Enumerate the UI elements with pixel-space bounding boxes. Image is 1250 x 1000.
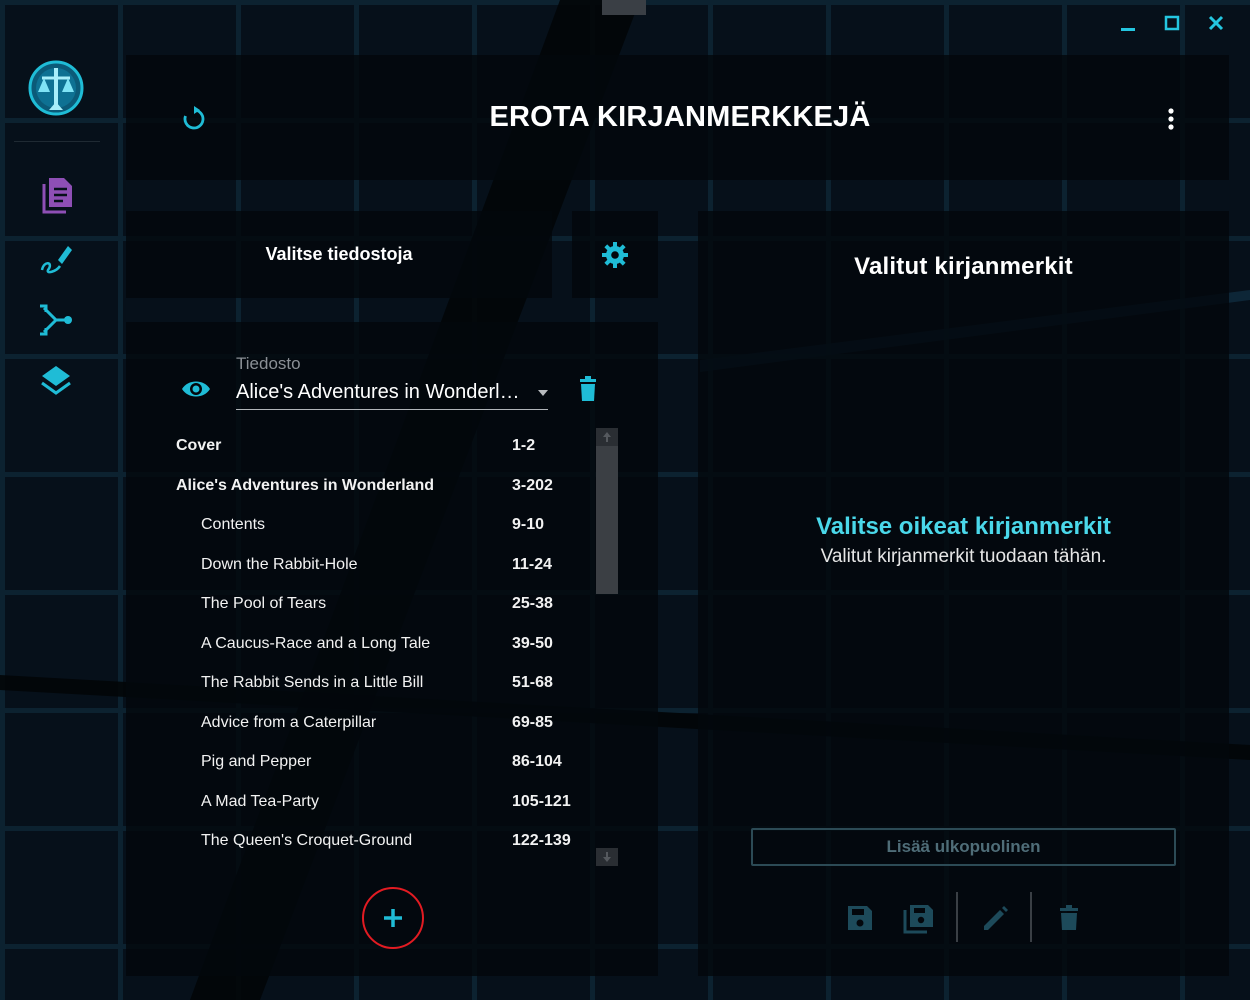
more-vertical-icon: [1168, 108, 1174, 130]
bookmark-title: Cover: [176, 437, 222, 454]
preview-button[interactable]: [180, 375, 212, 403]
bookmark-pages: 105-121: [512, 792, 571, 810]
edit-signature-icon: [40, 246, 72, 274]
bookmark-row[interactable]: Pig and Pepper 86-104: [160, 742, 592, 782]
page-title: EROTA KIRJANMERKKEJÄ: [489, 101, 871, 133]
delete-button[interactable]: [1051, 900, 1087, 936]
selected-bookmarks-title: Valitut kirjanmerkit: [854, 253, 1073, 280]
split-merge-icon: [40, 304, 72, 336]
scroll-thumb[interactable]: [596, 446, 618, 594]
layers-icon: [41, 366, 71, 395]
scrollbar[interactable]: [596, 428, 618, 868]
bookmark-row[interactable]: Down the Rabbit-Hole 11-24: [160, 545, 592, 585]
bookmark-title: The Queen's Croquet-Ground: [201, 832, 413, 849]
bookmark-pages: 1-2: [512, 437, 536, 454]
save-all-icon: [903, 905, 933, 934]
bookmark-row[interactable]: Contents 9-10: [160, 505, 592, 545]
bookmark-title: Alice's Adventures in Wonderland: [176, 476, 435, 494]
scroll-up-button[interactable]: [596, 428, 618, 446]
bookmark-pages: 25-38: [512, 595, 553, 612]
bookmark-title: Pig and Pepper: [201, 753, 312, 770]
scroll-down-button[interactable]: [596, 848, 618, 866]
file-select[interactable]: Alice's Adventures in Wonderland: [236, 378, 548, 410]
bookmark-row[interactable]: A Caucus-Race and a Long Tale 39-50: [160, 624, 592, 664]
sidebar: [0, 40, 110, 1000]
plus-icon: [384, 909, 402, 927]
delete-icon: [1060, 905, 1078, 930]
minimize-icon: [1121, 28, 1135, 31]
bookmark-row[interactable]: Alice's Adventures in Wonderland 3-202: [160, 466, 592, 506]
bookmark-row[interactable]: A Mad Tea-Party 105-121: [160, 782, 592, 822]
empty-state-text: Valitut kirjanmerkit tuodaan tähän.: [820, 546, 1107, 567]
select-files-button[interactable]: Valitse tiedostoja: [126, 211, 552, 298]
file-field-label: Tiedosto: [236, 354, 301, 373]
select-files-label: Valitse tiedostoja: [265, 244, 413, 264]
bookmark-row[interactable]: Cover 1-2: [160, 426, 592, 466]
empty-state-heading: Valitse oikeat kirjanmerkit: [816, 513, 1111, 540]
arrow-down-icon: [603, 852, 611, 862]
sidebar-item-layers[interactable]: [34, 360, 78, 404]
trash-icon: [580, 376, 596, 401]
refresh-button[interactable]: [180, 105, 208, 133]
bookmark-pages: 39-50: [512, 634, 553, 652]
bookmark-pages: 11-24: [512, 555, 553, 573]
bookmark-row[interactable]: The Queen's Croquet-Ground 122-139: [160, 821, 592, 861]
bookmark-title: The Rabbit Sends in a Little Bill: [201, 674, 424, 691]
close-icon: [1208, 15, 1224, 31]
eye-icon: [182, 381, 210, 397]
sidebar-divider: [14, 141, 100, 142]
sidebar-item-split[interactable]: [34, 298, 78, 342]
edit-icon: [984, 906, 1008, 930]
close-button[interactable]: [1205, 12, 1227, 34]
sidebar-item-documents[interactable]: [34, 172, 78, 216]
arrow-up-icon: [603, 432, 611, 442]
bookmark-pages: 122-139: [512, 832, 571, 849]
bookmark-pages: 3-202: [512, 476, 553, 494]
bookmark-title: Contents: [201, 516, 266, 533]
maximize-icon: [1164, 15, 1180, 31]
action-divider: [956, 892, 958, 942]
bookmark-title: Advice from a Caterpillar: [201, 713, 377, 731]
bookmark-pages: 51-68: [512, 674, 553, 691]
file-select-value: Alice's Adventures in Wonderland: [236, 381, 526, 403]
refresh-icon: [183, 106, 205, 130]
bookmark-pages: 86-104: [512, 753, 562, 770]
bookmark-pages: 9-10: [512, 516, 545, 533]
save-button[interactable]: [842, 900, 878, 936]
edit-button[interactable]: [976, 900, 1012, 936]
sidebar-item-sign[interactable]: [34, 236, 78, 280]
bookmark-title: The Pool of Tears: [201, 595, 327, 612]
settings-button[interactable]: [572, 211, 658, 298]
document-icon: [42, 178, 72, 214]
bookmark-title: Down the Rabbit-Hole: [201, 555, 358, 573]
gear-icon: [602, 242, 628, 268]
bookmark-row[interactable]: Advice from a Caterpillar 69-85: [160, 703, 592, 743]
chevron-down-icon: [538, 390, 548, 396]
remove-file-button[interactable]: [577, 376, 599, 402]
save-all-button[interactable]: [901, 900, 937, 936]
more-menu-button[interactable]: [1159, 105, 1183, 133]
scales-of-justice-logo: [26, 58, 86, 118]
bookmark-title: A Mad Tea-Party: [201, 792, 319, 810]
add-external-button[interactable]: Lisää ulkopuolinen: [751, 828, 1176, 866]
bookmark-row[interactable]: The Rabbit Sends in a Little Bill 51-68: [160, 663, 592, 703]
save-icon: [848, 906, 872, 930]
add-bookmark-button[interactable]: [362, 887, 424, 949]
bookmark-list: Cover 1-2 Alice's Adventures in Wonderland…: [160, 426, 592, 870]
maximize-button[interactable]: [1161, 12, 1183, 34]
bookmark-pages: 69-85: [512, 713, 553, 731]
bookmark-row[interactable]: The Pool of Tears 25-38: [160, 584, 592, 624]
action-divider: [1030, 892, 1032, 942]
minimize-button[interactable]: [1117, 12, 1139, 34]
bookmark-title: A Caucus-Race and a Long Tale: [201, 634, 431, 652]
